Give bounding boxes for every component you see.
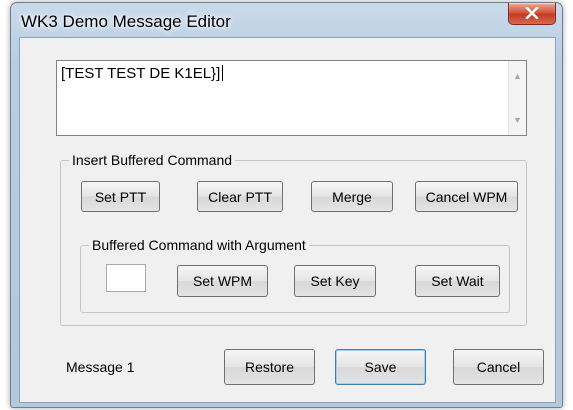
argument-input[interactable] — [106, 264, 146, 292]
dialog-client-area: [TEST TEST DE K1EL}] ▲ ▼ Insert Buffered… — [19, 37, 556, 403]
message-text: [TEST TEST DE K1EL}] — [61, 65, 221, 82]
set-key-button[interactable]: Set Key — [294, 265, 376, 297]
message-textarea[interactable]: [TEST TEST DE K1EL}] ▲ ▼ — [56, 60, 527, 136]
cancel-wpm-button[interactable]: Cancel WPM — [415, 181, 518, 212]
clear-ptt-button[interactable]: Clear PTT — [197, 181, 283, 212]
window-title: WK3 Demo Message Editor — [21, 12, 231, 31]
scroll-down-icon[interactable]: ▼ — [513, 115, 522, 125]
set-wait-button[interactable]: Set Wait — [415, 265, 500, 297]
set-wpm-button[interactable]: Set WPM — [177, 265, 268, 297]
insert-buffered-command-group: Insert Buffered Command Set PTT Clear PT… — [60, 152, 527, 326]
message-editor-window: WK3 Demo Message Editor [TEST TEST DE K1… — [10, 2, 563, 408]
close-icon — [525, 7, 539, 19]
merge-button[interactable]: Merge — [311, 181, 393, 212]
message-status-label: Message 1 — [66, 359, 135, 375]
group-legend-buffered: Insert Buffered Command — [69, 152, 236, 168]
cancel-button[interactable]: Cancel — [453, 349, 544, 385]
scroll-up-icon[interactable]: ▲ — [513, 71, 522, 81]
vertical-scrollbar[interactable]: ▲ ▼ — [508, 61, 526, 135]
set-ptt-button[interactable]: Set PTT — [81, 181, 160, 212]
text-caret — [222, 65, 224, 81]
group-legend-argument: Buffered Command with Argument — [89, 237, 309, 253]
restore-button[interactable]: Restore — [224, 349, 315, 385]
save-button[interactable]: Save — [335, 349, 426, 385]
title-bar[interactable]: WK3 Demo Message Editor — [11, 3, 562, 37]
close-button[interactable] — [508, 3, 556, 25]
buffered-command-with-argument-group: Buffered Command with Argument Set WPM S… — [80, 237, 510, 313]
